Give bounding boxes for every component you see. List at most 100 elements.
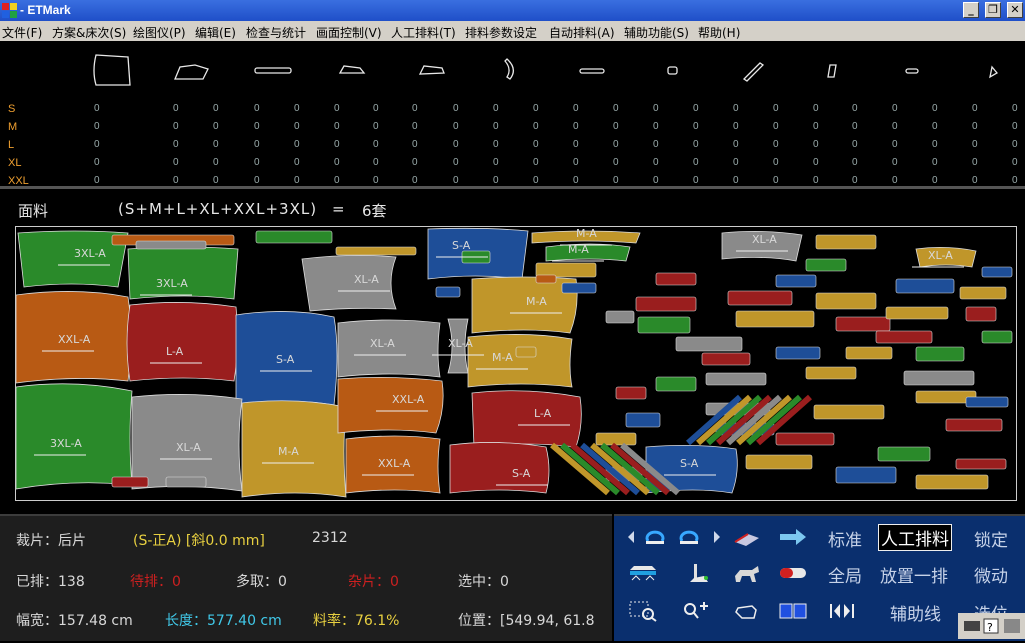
menu-plotter[interactable]: 绘图仪(P) — [133, 24, 186, 41]
marker-piece[interactable] — [126, 302, 238, 382]
minimize-button[interactable]: _ — [963, 2, 979, 18]
marker-piece[interactable] — [805, 258, 847, 272]
menu-view[interactable]: 画面控制(V) — [316, 24, 382, 41]
standard-button[interactable]: 标准 — [828, 526, 862, 551]
marker-piece[interactable] — [625, 412, 661, 428]
undo-redo-icons[interactable] — [624, 526, 726, 548]
marker-piece[interactable] — [875, 330, 933, 344]
marker-piece[interactable] — [471, 390, 582, 448]
mirror-piece-icon[interactable] — [732, 526, 762, 548]
menu-help[interactable]: 帮助(H) — [698, 24, 740, 41]
marker-piece[interactable] — [735, 310, 815, 328]
size-count-cell: 0 — [254, 121, 260, 132]
marker-piece[interactable] — [775, 346, 821, 360]
marker-piece[interactable] — [335, 246, 417, 256]
zoom-window-icon[interactable] — [628, 600, 658, 622]
book-icon[interactable] — [778, 600, 808, 622]
marker-piece[interactable] — [775, 432, 835, 446]
marker-piece[interactable] — [17, 230, 129, 288]
marker-piece[interactable] — [815, 292, 877, 310]
lock-button[interactable]: 锁定 — [974, 526, 1008, 551]
fine-tune-button[interactable]: 微动 — [974, 562, 1008, 587]
marker-piece[interactable] — [835, 316, 891, 332]
marker-piece[interactable] — [127, 246, 239, 300]
menu-auto-marker[interactable]: 自动排料(A) — [549, 24, 615, 41]
marker-piece[interactable] — [637, 316, 691, 334]
marker-canvas[interactable]: 3XL-A 3XL-A XXL-A L-A S-A XL-A 3XL-A XL-A M-A S-A… — [15, 226, 1017, 501]
marker-piece[interactable] — [813, 404, 885, 420]
marker-piece[interactable] — [877, 446, 931, 462]
marker-piece[interactable] — [981, 266, 1013, 278]
menu-manual-marker[interactable]: 人工排料(T) — [391, 24, 456, 41]
tilt-tool-icon[interactable] — [684, 562, 714, 584]
size-count-cell: 0 — [412, 103, 418, 114]
global-button[interactable]: 全局 — [828, 562, 862, 587]
move-right-icon[interactable] — [778, 526, 808, 548]
size-count-cell: 0 — [813, 103, 819, 114]
marker-piece[interactable] — [515, 346, 537, 358]
marker-piece[interactable] — [835, 466, 897, 484]
menu-tools[interactable]: 辅助功能(S) — [624, 24, 689, 41]
marker-piece[interactable] — [605, 310, 635, 324]
tray-icons[interactable]: ? — [958, 613, 1025, 639]
size-count-cell: 0 — [254, 157, 260, 168]
marker-piece[interactable] — [165, 476, 207, 488]
size-count-cell: 0 — [334, 157, 340, 168]
marker-piece[interactable] — [655, 376, 697, 392]
size-count-cell: 0 — [1012, 157, 1018, 168]
marker-piece[interactable] — [535, 274, 557, 284]
marker-piece[interactable] — [435, 286, 461, 298]
size-count-cell: 0 — [334, 121, 340, 132]
marker-piece[interactable] — [895, 278, 955, 294]
menu-check-stats[interactable]: 检查与统计 — [246, 24, 306, 41]
marker-piece[interactable] — [805, 366, 857, 380]
marker-piece[interactable] — [301, 255, 397, 312]
menu-edit[interactable]: 编辑(E) — [195, 24, 236, 41]
marker-piece[interactable] — [745, 454, 813, 470]
marker-piece[interactable] — [471, 276, 578, 334]
marker-piece[interactable] — [845, 346, 893, 360]
marker-piece[interactable] — [337, 377, 444, 434]
marker-piece[interactable] — [885, 306, 949, 320]
marker-piece[interactable] — [561, 282, 597, 294]
flip-piece-icon[interactable] — [628, 562, 658, 584]
marker-piece[interactable] — [945, 418, 1003, 432]
marker-pieces[interactable]: 3XL-A 3XL-A XXL-A L-A S-A XL-A 3XL-A XL-A M-A S-A… — [16, 227, 1016, 500]
marker-piece[interactable] — [965, 306, 997, 322]
menu-plan[interactable]: 方案&床次(S) — [52, 24, 126, 41]
marker-piece[interactable] — [701, 352, 751, 366]
piece-thumbnails[interactable] — [0, 41, 1025, 101]
marker-piece[interactable] — [135, 240, 207, 250]
menu-file[interactable]: 文件(F) — [2, 24, 42, 41]
marker-piece[interactable] — [255, 230, 333, 244]
marker-piece[interactable] — [727, 290, 793, 306]
marker-piece[interactable] — [775, 274, 817, 288]
marker-piece[interactable] — [965, 396, 1009, 408]
marker-piece[interactable] — [955, 458, 1007, 470]
marker-piece[interactable] — [903, 370, 975, 386]
marker-piece[interactable] — [815, 234, 877, 250]
marker-piece[interactable] — [655, 272, 697, 286]
marker-piece[interactable] — [467, 334, 573, 388]
marker-piece[interactable] — [615, 386, 647, 400]
menu-marker-params[interactable]: 排料参数设定 — [465, 24, 537, 41]
place-row-button[interactable]: 放置一排 — [880, 562, 948, 587]
close-button[interactable]: ✕ — [1007, 2, 1023, 18]
maximize-button[interactable]: ❐ — [985, 2, 1001, 18]
animal-icon[interactable] — [732, 562, 762, 584]
marker-piece[interactable] — [705, 372, 767, 386]
marker-piece[interactable] — [595, 432, 637, 446]
zoom-in-icon[interactable] — [680, 600, 710, 622]
guide-line-button[interactable]: 辅助线 — [890, 600, 941, 625]
manual-marker-button[interactable]: 人工排料 — [878, 524, 952, 551]
marker-piece[interactable] — [915, 346, 965, 362]
marker-piece[interactable] — [915, 474, 989, 490]
pan-hand-icon[interactable] — [732, 600, 762, 622]
marker-piece[interactable] — [981, 330, 1013, 344]
marker-piece[interactable] — [111, 476, 149, 488]
marker-piece[interactable] — [959, 286, 1007, 300]
marker-piece[interactable] — [635, 296, 697, 312]
pill-toggle-icon[interactable] — [778, 562, 808, 584]
marker-piece[interactable] — [675, 336, 743, 352]
first-last-icon[interactable] — [826, 600, 856, 622]
